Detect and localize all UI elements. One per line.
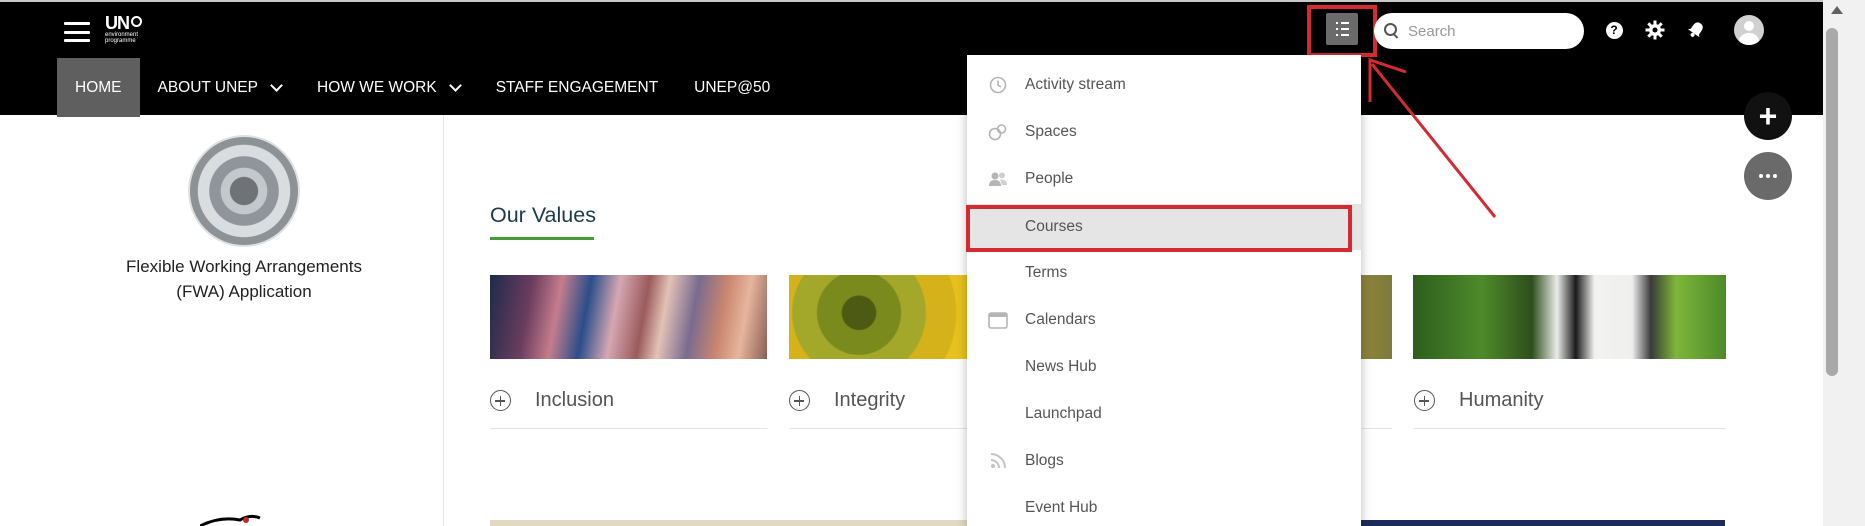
card-divider (1362, 428, 1392, 429)
card-divider (490, 428, 767, 429)
nav-label: ABOUT UNEP (157, 78, 259, 96)
search-icon (1384, 23, 1400, 39)
unep-logo[interactable]: UN environment programme (105, 14, 155, 44)
menu-item-spaces[interactable]: Spaces (967, 109, 1361, 155)
chevron-down-icon (448, 78, 462, 92)
nav-label: UNEP@50 (694, 78, 771, 96)
user-avatar[interactable] (1734, 15, 1764, 45)
menu-item-label: Calendars (1025, 311, 1096, 328)
search-box[interactable] (1374, 13, 1584, 49)
menu-item-activity-stream[interactable]: Activity stream (967, 62, 1361, 108)
menu-item-calendars[interactable]: Calendars (967, 297, 1361, 343)
fwa-title-line1: Flexible Working Arrangements (126, 257, 362, 276)
nav-staff-engagement[interactable]: STAFF ENGAGEMENT (478, 58, 676, 117)
menu-item-news-hub[interactable]: News Hub (967, 344, 1361, 390)
plus-circle-icon (490, 390, 511, 411)
gear-icon (1645, 20, 1665, 40)
more-dots-icon (1759, 174, 1763, 178)
menu-item-label: Spaces (1025, 123, 1077, 140)
plus-circle-icon (789, 390, 810, 411)
search-input[interactable] (1408, 22, 1578, 40)
highlight-box-courses (966, 205, 1352, 252)
scroll-up-arrow-icon[interactable] (1831, 6, 1843, 14)
bell-icon (1687, 22, 1703, 38)
main-nav: HOME ABOUT UNEP HOW WE WORK STAFF ENGAGE… (57, 58, 788, 117)
rss-icon (987, 450, 1009, 472)
highlight-box-app-menu (1307, 5, 1377, 57)
menu-item-event-hub[interactable]: Event Hub (967, 485, 1361, 526)
logo-text: UN (105, 13, 130, 33)
card-label: Inclusion (535, 389, 614, 411)
fwa-link[interactable]: Flexible Working Arrangements (FWA) Appl… (100, 254, 388, 304)
nav-about-unep[interactable]: ABOUT UNEP (140, 58, 300, 117)
menu-item-label: Blogs (1025, 452, 1064, 469)
next-row-image (490, 520, 968, 526)
section-title: Our Values (490, 203, 596, 227)
card-integrity[interactable]: Integrity (789, 389, 905, 412)
card-divider (1413, 428, 1726, 429)
fwa-image[interactable] (188, 135, 300, 247)
section-title-underline (490, 237, 594, 240)
nav-label: HOME (75, 78, 122, 96)
chevron-down-icon (270, 78, 283, 92)
nav-label: STAFF ENGAGEMENT (495, 78, 659, 96)
card-divider (789, 428, 967, 429)
menu-item-label: Activity stream (1025, 76, 1126, 93)
partial-logo-icon (200, 514, 261, 526)
notifications-button[interactable] (1685, 19, 1707, 41)
logo-subtext-2: programme (105, 38, 136, 44)
add-fab-button[interactable]: + (1744, 92, 1792, 140)
card-inclusion[interactable]: Inclusion (490, 389, 614, 412)
spaces-icon (987, 121, 1009, 143)
page: UN environment programme HOME ABOUT UNEP… (0, 0, 1865, 526)
menu-item-people[interactable]: People (967, 156, 1361, 202)
hamburger-menu-icon[interactable] (64, 20, 90, 44)
fwa-title-line2: (FWA) Application (176, 282, 312, 301)
nav-label: HOW WE WORK (317, 78, 437, 96)
card-humanity[interactable]: Humanity (1414, 389, 1543, 412)
menu-item-label: Launchpad (1025, 405, 1102, 422)
menu-item-blogs[interactable]: Blogs (967, 438, 1361, 484)
next-row-image (1360, 520, 1725, 526)
clock-icon (987, 74, 1009, 96)
card-label: Humanity (1459, 389, 1544, 411)
plus-circle-icon (1414, 390, 1435, 411)
nav-unep50[interactable]: UNEP@50 (676, 58, 788, 117)
menu-item-label: People (1025, 170, 1074, 187)
calendar-icon (987, 309, 1009, 331)
menu-item-label: Event Hub (1025, 499, 1098, 516)
menu-item-launchpad[interactable]: Launchpad (967, 391, 1361, 437)
people-icon (987, 168, 1009, 190)
card-image-coral[interactable] (490, 275, 767, 359)
card-label: Integrity (834, 389, 906, 411)
menu-item-label: Terms (1025, 264, 1068, 281)
plus-icon: + (1758, 97, 1778, 134)
card-image-panda[interactable] (1413, 275, 1726, 359)
nav-home[interactable]: HOME (57, 58, 140, 117)
nav-how-we-work[interactable]: HOW WE WORK (299, 58, 478, 117)
card-image-sunflower[interactable] (789, 275, 989, 359)
scrollbar-thumb[interactable] (1826, 28, 1838, 376)
un-emblem-icon (131, 16, 142, 27)
more-fab-button[interactable] (1744, 152, 1792, 200)
help-button[interactable]: ? (1603, 19, 1625, 41)
menu-item-terms[interactable]: Terms (967, 250, 1361, 296)
settings-button[interactable] (1644, 19, 1666, 41)
app-dropdown-menu: Activity stream Spaces People Courses Te… (967, 55, 1361, 526)
menu-item-label: News Hub (1025, 358, 1097, 375)
help-icon: ? (1605, 21, 1623, 39)
